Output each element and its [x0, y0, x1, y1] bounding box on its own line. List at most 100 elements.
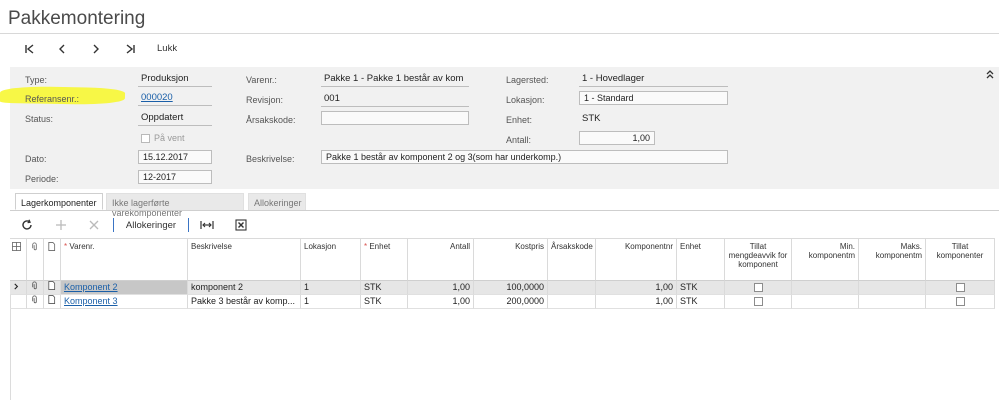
on-hold-checkbox-wrap[interactable]: På vent: [141, 133, 185, 143]
row-note-cell[interactable]: [44, 281, 61, 295]
ref-link[interactable]: 000020: [141, 92, 173, 103]
next-record-button[interactable]: [87, 40, 105, 58]
row-max-cell[interactable]: [859, 295, 926, 309]
tab-nonstock-components[interactable]: Ikke lagerførte varekomponenter: [106, 193, 244, 218]
row-description-cell[interactable]: komponent 2: [188, 281, 301, 295]
revision-select[interactable]: 001: [321, 93, 469, 107]
allow-variance-checkbox[interactable]: [753, 283, 763, 292]
on-hold-label: På vent: [154, 133, 185, 143]
row-attachment-cell[interactable]: [27, 281, 44, 295]
note-icon: [48, 242, 56, 251]
row-note-cell[interactable]: [44, 295, 61, 309]
fit-width-icon: [200, 221, 214, 229]
chevron-right-icon: [14, 283, 19, 290]
paperclip-icon: [32, 242, 37, 251]
row-item-cell[interactable]: Komponent 3: [61, 295, 188, 309]
row-reason-cell[interactable]: [548, 295, 596, 309]
row-cost-cell[interactable]: 100,0000: [474, 281, 548, 295]
grid-header-reason[interactable]: Årsakskode: [548, 238, 596, 281]
description-input[interactable]: Pakke 1 består av komponent 2 og 3(som h…: [321, 150, 728, 164]
collapse-button[interactable]: [984, 68, 996, 80]
row-attachment-cell[interactable]: [27, 295, 44, 309]
row-allow-components-cell[interactable]: [926, 295, 995, 309]
first-icon: [25, 44, 34, 54]
item-link[interactable]: Komponent 3: [64, 296, 118, 306]
grid-header-unit[interactable]: * Enhet: [361, 238, 408, 281]
grid-header-location[interactable]: Lokasjon: [301, 238, 361, 281]
qty-input[interactable]: 1,00: [579, 131, 655, 145]
fit-columns-button[interactable]: [199, 216, 215, 234]
row-compnr-cell[interactable]: 1,00: [596, 281, 677, 295]
row-indicator[interactable]: [10, 281, 27, 295]
grid-header-min[interactable]: Min. komponentm: [792, 238, 859, 281]
qty-label: Antall:: [506, 135, 532, 145]
warehouse-select[interactable]: 1 - Hovedlager: [579, 73, 728, 87]
reason-label: Årsakskode:: [246, 115, 296, 125]
on-hold-checkbox[interactable]: [141, 133, 150, 143]
row-item-cell[interactable]: Komponent 2: [61, 281, 188, 295]
item-label: Varenr.:: [246, 75, 277, 85]
allow-components-checkbox[interactable]: [955, 297, 965, 306]
row-min-cell[interactable]: [792, 281, 859, 295]
ref-field[interactable]: 000020: [138, 92, 212, 106]
tab-stock-components[interactable]: Lagerkomponenter: [15, 193, 103, 210]
refresh-button[interactable]: [19, 216, 35, 234]
period-input[interactable]: 12-2017: [138, 170, 212, 184]
grid-header-allow-variance[interactable]: Tillat mengdeavvik for komponent: [725, 238, 792, 281]
row-reason-cell[interactable]: [548, 281, 596, 295]
unit-value: STK: [582, 113, 601, 124]
row-unit2-cell[interactable]: STK: [677, 295, 725, 309]
location-input[interactable]: 1 - Standard: [579, 91, 728, 105]
row-location-cell[interactable]: 1: [301, 295, 361, 309]
note-icon: [48, 281, 56, 290]
row-cost-cell[interactable]: 200,0000: [474, 295, 548, 309]
row-min-cell[interactable]: [792, 295, 859, 309]
excel-icon: [235, 219, 247, 231]
delete-row-button[interactable]: [86, 216, 102, 234]
grid-header-settings[interactable]: [10, 238, 27, 281]
row-unit2-cell[interactable]: STK: [677, 281, 725, 295]
item-link[interactable]: Komponent 2: [64, 282, 118, 292]
item-select[interactable]: Pakke 1 - Pakke 1 består av kom: [321, 73, 469, 87]
last-icon: [126, 44, 135, 54]
row-allow-variance-cell[interactable]: [725, 295, 792, 309]
row-indicator[interactable]: [10, 295, 27, 309]
row-location-cell[interactable]: 1: [301, 281, 361, 295]
grid-header-qty[interactable]: Antall: [408, 238, 474, 281]
allow-components-checkbox[interactable]: [955, 283, 965, 292]
grid-header-description[interactable]: Beskrivelse: [188, 238, 301, 281]
add-row-button[interactable]: [53, 216, 69, 234]
last-record-button[interactable]: [121, 40, 139, 58]
prev-record-button[interactable]: [53, 40, 71, 58]
tab-divider: [10, 210, 999, 211]
type-select[interactable]: Produksjon: [138, 73, 212, 87]
warehouse-label: Lagersted:: [506, 75, 549, 85]
row-unit-cell[interactable]: STK: [361, 281, 408, 295]
tab-allocations[interactable]: Allokeringer: [248, 193, 306, 210]
row-max-cell[interactable]: [859, 281, 926, 295]
row-unit-cell[interactable]: STK: [361, 295, 408, 309]
grid-header-max[interactable]: Maks. komponentm: [859, 238, 926, 281]
allocations-button[interactable]: Allokeringer: [122, 216, 180, 234]
date-input[interactable]: 15.12.2017: [138, 150, 212, 164]
allow-variance-checkbox[interactable]: [753, 297, 763, 306]
row-compnr-cell[interactable]: 1,00: [596, 295, 677, 309]
grid-header-item[interactable]: * Varenr.: [61, 238, 188, 281]
grid-header-unit2[interactable]: Enhet: [677, 238, 725, 281]
row-description-cell[interactable]: Pakke 3 består av komp...: [188, 295, 301, 309]
close-button[interactable]: Lukk: [157, 43, 177, 54]
prev-icon: [59, 44, 65, 54]
row-qty-cell[interactable]: 1,00: [408, 281, 474, 295]
grid-header-cost[interactable]: Kostpris: [474, 238, 548, 281]
revision-label: Revisjon:: [246, 95, 284, 105]
grid-header-compnr[interactable]: Komponentnr: [596, 238, 677, 281]
row-qty-cell[interactable]: 1,00: [408, 295, 474, 309]
row-allow-variance-cell[interactable]: [725, 281, 792, 295]
grid-header-note: [44, 238, 61, 281]
export-excel-button[interactable]: [233, 216, 249, 234]
location-label: Lokasjon:: [506, 95, 545, 105]
first-record-button[interactable]: [21, 40, 39, 58]
reason-input[interactable]: [321, 111, 469, 125]
row-allow-components-cell[interactable]: [926, 281, 995, 295]
grid-header-allow-components[interactable]: Tillat komponenter: [926, 238, 995, 281]
